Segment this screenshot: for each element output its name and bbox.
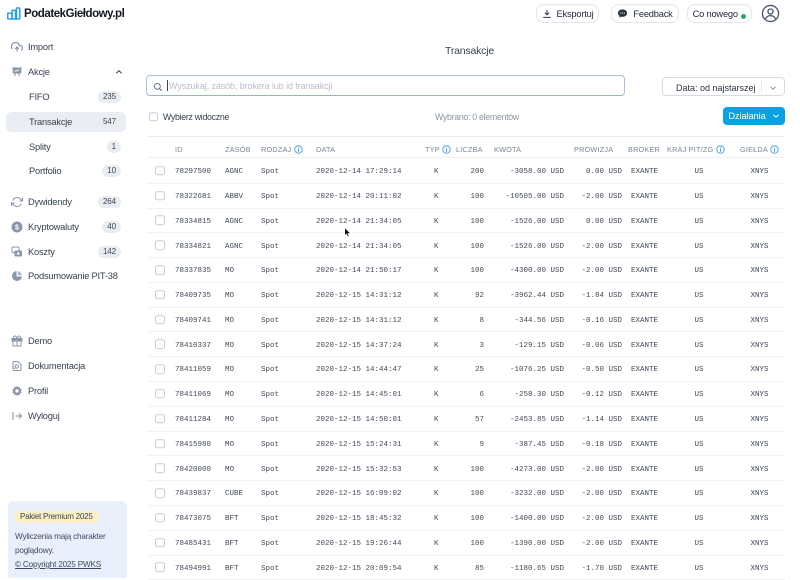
svg-text:$: $ — [15, 224, 19, 231]
